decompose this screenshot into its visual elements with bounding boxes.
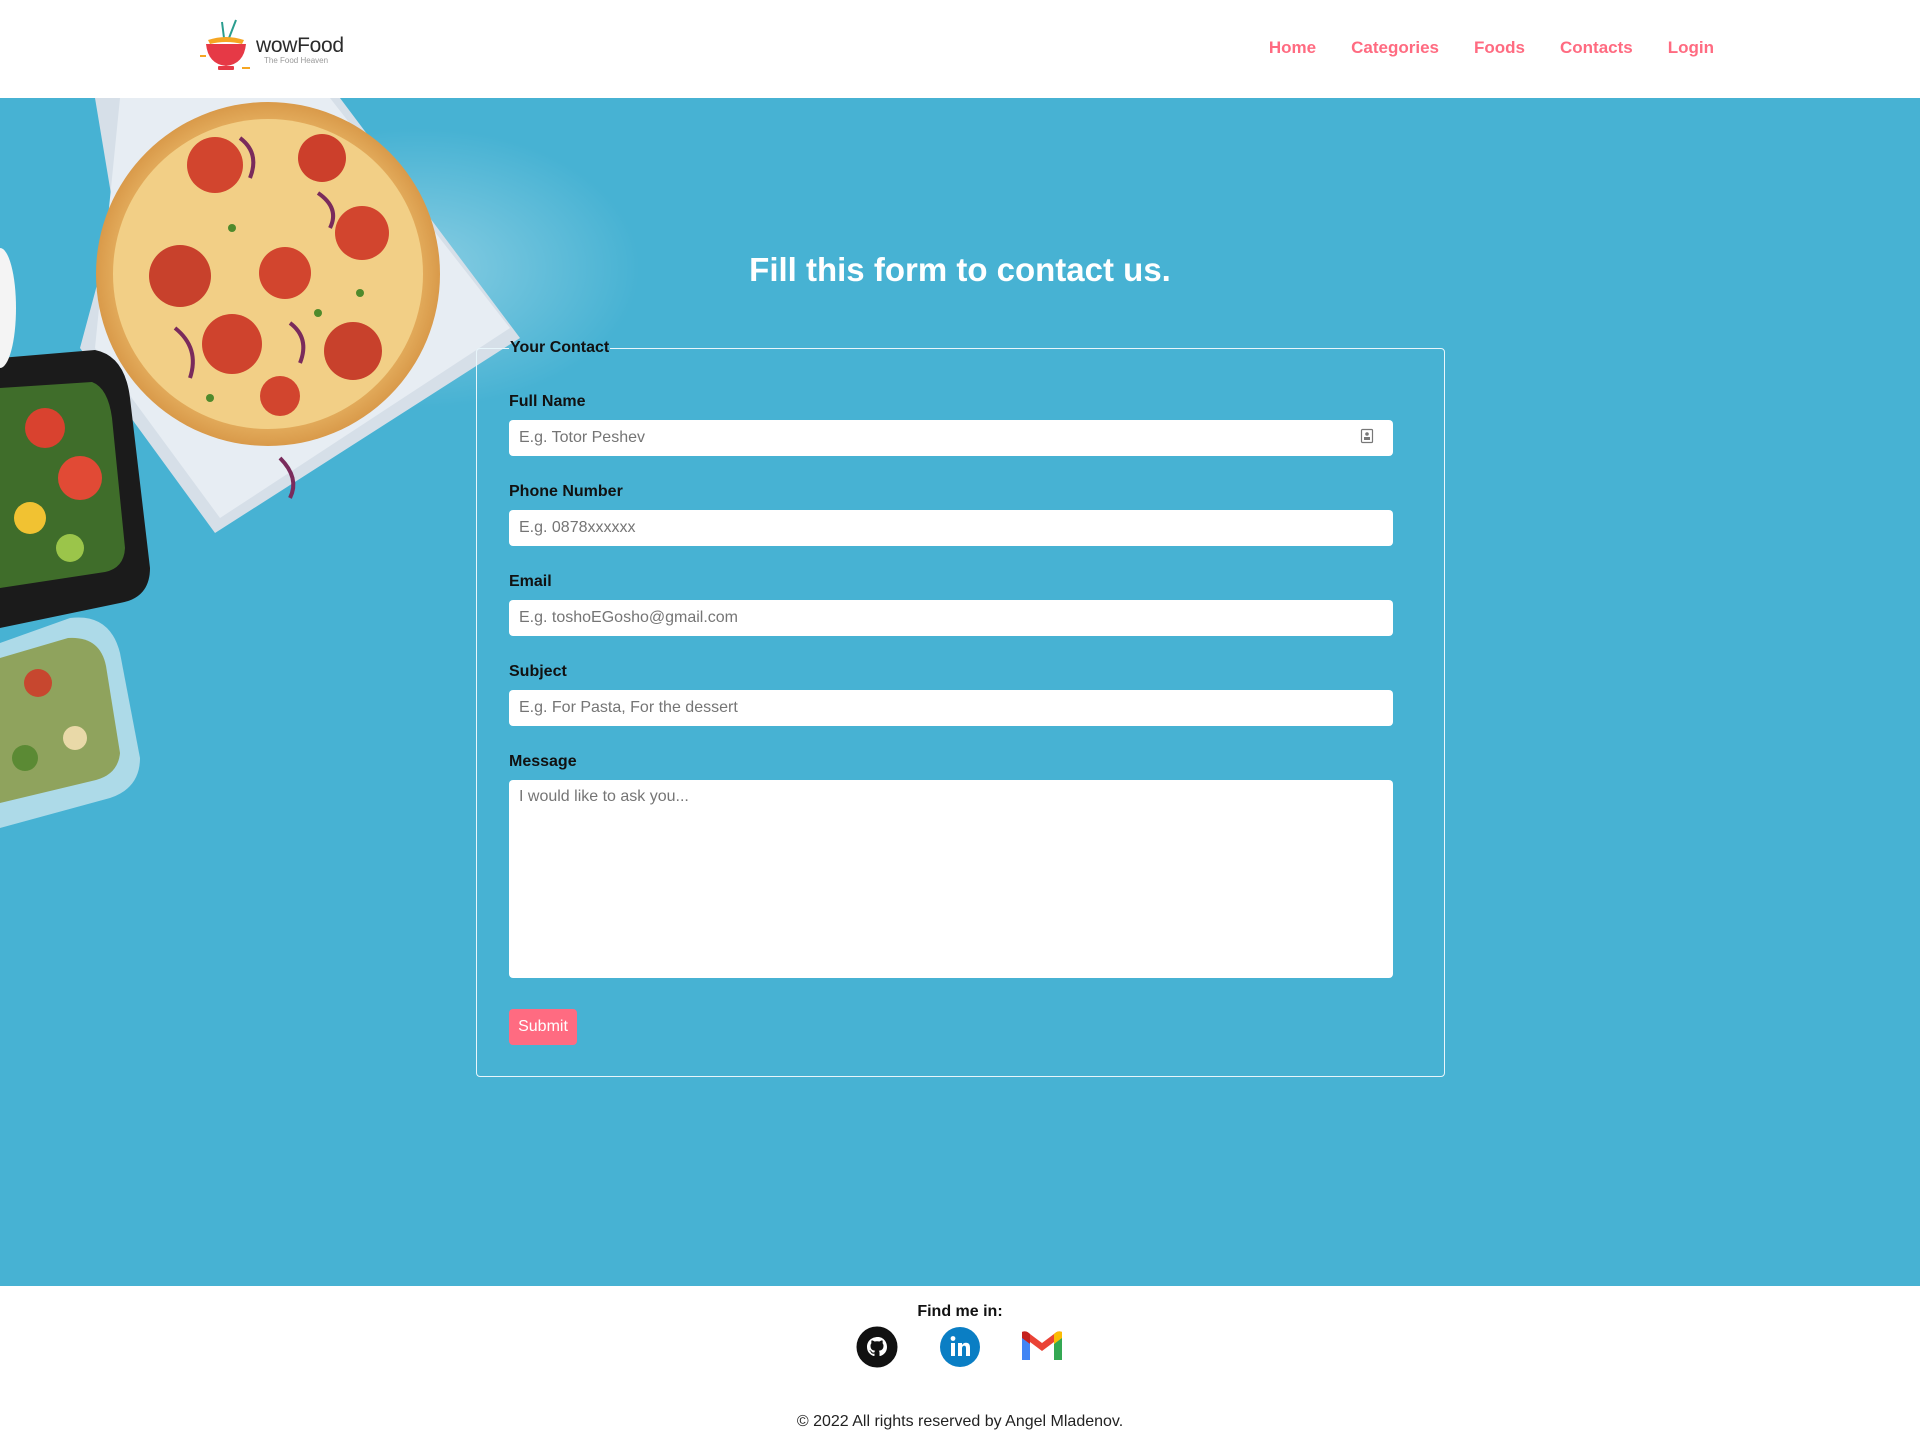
footer: Find me in: © 2022 All rights reserved b… [0,1286,1920,1450]
nav-categories-link[interactable]: Categories [1351,38,1439,58]
nav-foods-link[interactable]: Foods [1474,38,1525,58]
contact-card-icon[interactable] [1360,428,1374,444]
contact-section: Fill this form to contact us. Your Conta… [0,98,1920,1286]
full-name-input[interactable] [509,420,1393,456]
noodle-bowl-icon [200,19,250,70]
github-icon[interactable] [856,1326,898,1368]
brand-name: wowFood [256,34,344,57]
brand-logo[interactable]: wowFood The Food Heaven [196,18,346,76]
message-label: Message [509,753,577,770]
subject-input[interactable] [509,690,1393,726]
subject-label: Subject [509,663,567,680]
phone-number-label: Phone Number [509,483,623,500]
phone-number-input[interactable] [509,510,1393,546]
message-textarea[interactable] [509,780,1393,978]
email-label: Email [509,573,552,590]
brand-tagline: The Food Heaven [264,56,329,65]
submit-button[interactable]: Submit [509,1009,577,1045]
main-menu: Home Categories Foods Contacts Login [1269,38,1714,58]
find-me-label: Find me in: [917,1303,1003,1320]
nav-home-link[interactable]: Home [1269,38,1316,58]
page-title: Fill this form to contact us. [749,251,1171,288]
nav-contacts-link[interactable]: Contacts [1560,38,1633,58]
full-name-label: Full Name [509,393,586,410]
copyright-text: © 2022 All rights reserved by Angel Mlad… [796,1413,1124,1430]
form-legend: Your Contact [510,339,610,356]
nav-login-link[interactable]: Login [1668,38,1714,58]
linkedin-icon[interactable] [939,1326,981,1368]
gmail-icon[interactable] [1021,1326,1063,1368]
email-input[interactable] [509,600,1393,636]
navbar: wowFood The Food Heaven Home Categories … [0,0,1920,98]
